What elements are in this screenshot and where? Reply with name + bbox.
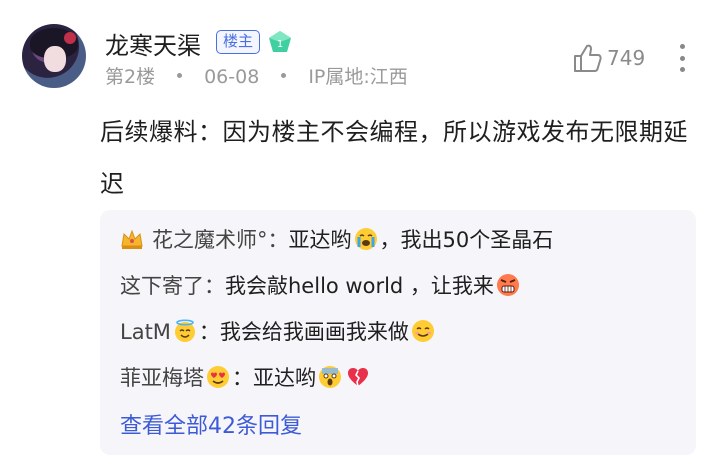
reply-item[interactable]: LatM ：我会给我画画我来做 bbox=[120, 316, 437, 346]
reply-text: ：我会给我画画我来做 bbox=[198, 320, 409, 344]
reply-author[interactable]: 这下寄了： bbox=[120, 274, 225, 298]
more-dot bbox=[679, 44, 685, 49]
reply-author[interactable]: LatM bbox=[120, 320, 171, 344]
username[interactable]: 龙寒天渠 bbox=[105, 26, 201, 61]
reply-item[interactable]: 这下寄了：我会敲hello world ，让我来 bbox=[120, 270, 522, 300]
broken-heart-icon bbox=[348, 368, 368, 387]
more-dot bbox=[679, 67, 685, 72]
post-content: 后续爆料：因为楼主不会编程，所以游戏发布无限期延迟 bbox=[100, 118, 688, 198]
reply-author[interactable]: 菲亚梅塔 bbox=[120, 366, 204, 390]
crown-icon bbox=[121, 229, 143, 249]
reply-text: ，我出50个圣晶石 bbox=[379, 228, 554, 252]
reply-text: ：亚达哟 bbox=[232, 366, 316, 390]
separator-dot bbox=[177, 73, 183, 78]
smile-icon bbox=[411, 320, 434, 342]
reply-author[interactable]: 花之魔术师°： bbox=[152, 228, 289, 252]
level-badge-number: 1 bbox=[277, 39, 283, 50]
halo-smile-icon bbox=[174, 319, 195, 342]
post-meta: 第2楼 06-08 IP属地:江西 bbox=[105, 62, 408, 89]
level-badge-icon: 1 bbox=[269, 31, 291, 52]
heart-eyes-icon bbox=[207, 366, 229, 388]
more-dot bbox=[679, 55, 685, 61]
replies-panel[interactable]: 花之魔术师°：亚达哟 ，我出50个圣晶石 这下寄了：我会敲hello world… bbox=[100, 210, 696, 455]
avatar-face bbox=[44, 46, 66, 72]
thumbs-up-icon[interactable] bbox=[572, 42, 604, 74]
avatar-flower bbox=[64, 32, 76, 44]
view-all-replies-link[interactable]: 查看全部42条回复 bbox=[120, 408, 302, 440]
reply-item[interactable]: 菲亚梅塔 ：亚达哟 bbox=[120, 362, 372, 392]
floor-number: 第2楼 bbox=[105, 66, 156, 88]
angry-face-icon bbox=[496, 274, 519, 296]
avatar[interactable] bbox=[22, 24, 86, 88]
like-count: 749 bbox=[607, 46, 646, 70]
reply-item[interactable]: 花之魔术师°：亚达哟 ，我出50个圣晶石 bbox=[120, 224, 553, 254]
post-date: 06-08 bbox=[204, 66, 260, 88]
owner-badge: 楼主 bbox=[216, 30, 261, 54]
separator-dot bbox=[281, 73, 287, 78]
more-options-icon[interactable] bbox=[672, 40, 692, 76]
ip-location: IP属地:江西 bbox=[308, 66, 408, 88]
reply-text: 亚达哟 bbox=[288, 228, 352, 252]
screaming-face-icon bbox=[319, 366, 341, 388]
crying-face-icon bbox=[354, 228, 377, 250]
reply-text: 我会敲hello world ，让我来 bbox=[225, 274, 494, 298]
